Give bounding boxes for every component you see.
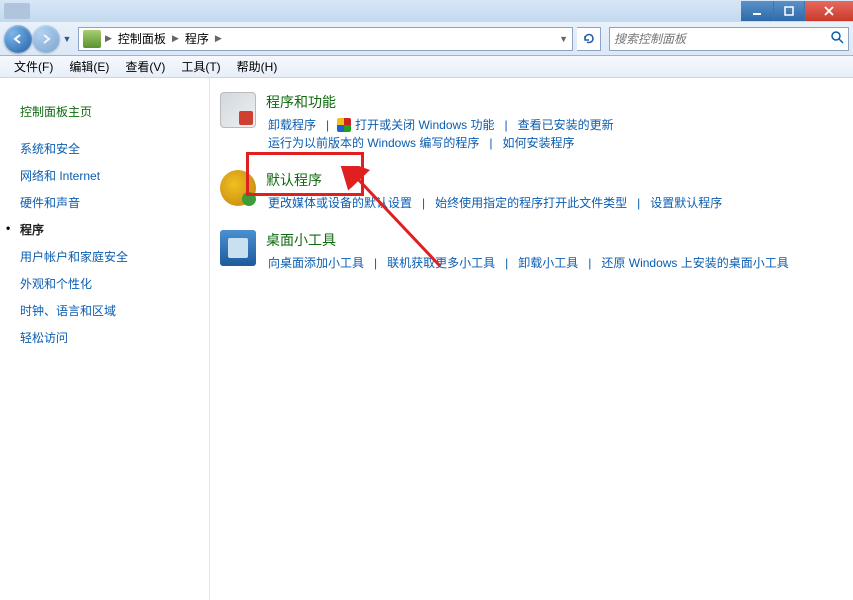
link-restore-gadgets[interactable]: 还原 Windows 上安装的桌面小工具 [599,254,790,272]
breadcrumb-programs[interactable]: 程序 [181,30,213,47]
search-box[interactable] [609,27,849,51]
link-divider: | [414,194,433,212]
link-how-install[interactable]: 如何安装程序 [500,134,576,152]
refresh-button[interactable] [577,27,601,51]
link-set-default[interactable]: 设置默认程序 [648,194,724,212]
sidebar-item-clock[interactable]: 时钟、语言和区域 [20,297,209,324]
sidebar-home[interactable]: 控制面板主页 [20,98,209,125]
link-file-assoc[interactable]: 始终使用指定的程序打开此文件类型 [433,194,629,212]
sidebar-item-appearance[interactable]: 外观和个性化 [20,270,209,297]
minimize-button[interactable] [741,1,773,21]
shield-icon [337,118,351,132]
search-icon[interactable] [830,30,844,47]
title-bar [0,0,853,22]
link-compat[interactable]: 运行为以前版本的 Windows 编写的程序 [266,134,481,152]
window-controls [741,1,853,21]
breadcrumb-sep-icon: ▶ [170,33,181,44]
link-installed-updates[interactable]: 查看已安装的更新 [516,116,616,134]
link-more-gadgets[interactable]: 联机获取更多小工具 [385,254,497,272]
link-divider: | [497,254,516,272]
link-uninstall-gadget[interactable]: 卸载小工具 [516,254,580,272]
forward-button[interactable] [32,25,60,53]
back-button[interactable] [4,25,32,53]
menu-bar: 文件(F) 编辑(E) 查看(V) 工具(T) 帮助(H) [0,56,853,78]
menu-file[interactable]: 文件(F) [6,56,61,77]
breadcrumb-control-panel[interactable]: 控制面板 [114,30,170,47]
address-dropdown-icon[interactable]: ▼ [557,34,570,44]
link-divider: | [497,116,516,134]
content-area: 控制面板主页 系统和安全 网络和 Internet 硬件和声音 程序 用户帐户和… [0,78,853,600]
control-panel-icon [83,30,101,48]
programs-features-icon [220,92,256,128]
link-add-gadget[interactable]: 向桌面添加小工具 [266,254,366,272]
breadcrumb-sep-icon: ▶ [213,33,224,44]
section-title-gadgets[interactable]: 桌面小工具 [266,230,843,250]
section-programs-features: 程序和功能 卸载程序 | 打开或关闭 Windows 功能 | 查看已安装的更新… [220,92,843,152]
desktop-gadgets-icon [220,230,256,266]
section-default-programs: 默认程序 更改媒体或设备的默认设置 | 始终使用指定的程序打开此文件类型 | 设… [220,170,843,212]
maximize-button[interactable] [773,1,805,21]
default-programs-icon [220,170,256,206]
section-desktop-gadgets: 桌面小工具 向桌面添加小工具 | 联机获取更多小工具 | 卸载小工具 | 还原 … [220,230,843,272]
sidebar-item-programs[interactable]: 程序 [20,216,209,243]
link-media-defaults[interactable]: 更改媒体或设备的默认设置 [266,194,414,212]
link-divider: | [580,254,599,272]
sidebar-item-system[interactable]: 系统和安全 [20,135,209,162]
link-windows-features[interactable]: 打开或关闭 Windows 功能 [353,116,496,134]
section-title-default[interactable]: 默认程序 [266,170,843,190]
sidebar: 控制面板主页 系统和安全 网络和 Internet 硬件和声音 程序 用户帐户和… [0,78,210,600]
menu-view[interactable]: 查看(V) [117,56,173,77]
link-divider: | [318,116,337,134]
search-input[interactable] [614,32,830,46]
breadcrumb-sep-icon: ▶ [103,33,114,44]
address-bar[interactable]: ▶ 控制面板 ▶ 程序 ▶ ▼ [78,27,573,51]
menu-tools[interactable]: 工具(T) [173,56,228,77]
navigation-toolbar: ▼ ▶ 控制面板 ▶ 程序 ▶ ▼ [0,22,853,56]
close-button[interactable] [805,1,853,21]
link-divider: | [481,134,500,152]
history-dropdown-icon[interactable]: ▼ [60,34,74,44]
menu-edit[interactable]: 编辑(E) [61,56,117,77]
main-panel: 程序和功能 卸载程序 | 打开或关闭 Windows 功能 | 查看已安装的更新… [210,78,853,600]
menu-help[interactable]: 帮助(H) [229,56,286,77]
sidebar-item-ease[interactable]: 轻松访问 [20,324,209,351]
section-title-programs[interactable]: 程序和功能 [266,92,843,112]
sidebar-item-network[interactable]: 网络和 Internet [20,162,209,189]
link-divider: | [366,254,385,272]
sidebar-item-hardware[interactable]: 硬件和声音 [20,189,209,216]
link-uninstall[interactable]: 卸载程序 [266,116,318,134]
taskbar-preview-icon [4,3,30,19]
sidebar-item-users[interactable]: 用户帐户和家庭安全 [20,243,209,270]
link-divider: | [629,194,648,212]
